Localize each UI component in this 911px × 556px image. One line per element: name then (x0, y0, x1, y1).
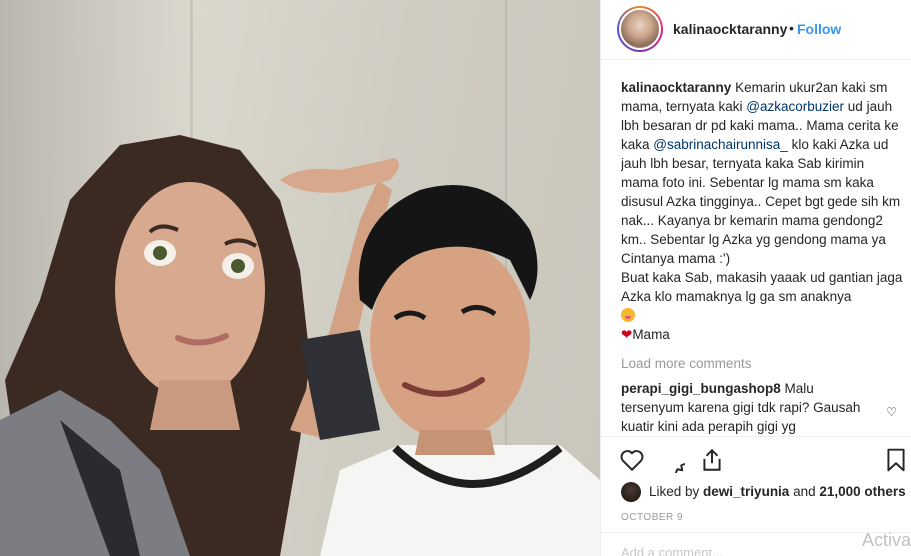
boy-tank-top (320, 445, 600, 556)
liker-avatar[interactable] (621, 482, 641, 502)
header-separator: • (789, 20, 794, 36)
woman-face (115, 182, 265, 398)
post-caption: kalinaocktaranny Kemarin ukur2an kaki sm… (621, 78, 903, 344)
share-icon[interactable] (699, 447, 725, 473)
red-heart-icon: ❤ (621, 327, 633, 342)
post-sidebar: kalinaocktaranny • Follow kalinaocktaran… (600, 0, 911, 556)
caption-paragraph-2: Buat kaka Sab, makasih yaaak ud gantian … (621, 270, 903, 304)
photo-illustration (0, 135, 600, 556)
liker-username[interactable]: dewi_triyunia (703, 484, 789, 499)
likes-prefix: Liked by (649, 484, 704, 499)
comments-list[interactable]: kalinaocktaranny Kemarin ukur2an kaki sm… (621, 78, 903, 434)
mention-link-sabrina[interactable]: @sabrinachairunnisa_ (653, 137, 788, 152)
likes-middle: and (789, 484, 820, 499)
action-bar (601, 436, 911, 480)
post-header: kalinaocktaranny • Follow (601, 0, 911, 60)
heart-outline-icon[interactable] (619, 447, 645, 473)
caption-signoff: Mama (632, 327, 670, 342)
comment-item: perapi_gigi_bungashop8 Malu tersenyum ka… (621, 379, 903, 434)
likes-count[interactable]: 21,000 others (819, 484, 905, 499)
avatar-image (619, 8, 661, 50)
bookmark-icon[interactable] (883, 447, 909, 473)
follow-button[interactable]: Follow (797, 21, 841, 37)
profile-avatar[interactable] (617, 6, 663, 52)
header-username[interactable]: kalinaocktaranny (673, 21, 787, 37)
mention-link-azka[interactable]: @azkacorbuzier (746, 99, 844, 114)
comment-bubble-icon[interactable] (659, 447, 685, 473)
comment-username[interactable]: perapi_gigi_bungashop8 (621, 381, 781, 396)
caption-text-3: klo kaki Azka ud jauh lbh besar, ternyat… (621, 137, 901, 266)
load-more-comments-button[interactable]: Load more comments (621, 354, 903, 373)
small-heart-icon[interactable]: ♡ (886, 403, 897, 422)
kiss-emoji-icon (621, 308, 635, 322)
likes-text: Liked by dewi_triyunia and 21,000 others (649, 484, 906, 499)
caption-username[interactable]: kalinaocktaranny (621, 80, 731, 95)
post-date[interactable]: OCTOBER 9 (621, 512, 683, 523)
post-photo[interactable] (0, 0, 600, 556)
activate-watermark: Activa (861, 530, 911, 550)
add-comment-input[interactable]: Add a comment... (621, 545, 723, 556)
